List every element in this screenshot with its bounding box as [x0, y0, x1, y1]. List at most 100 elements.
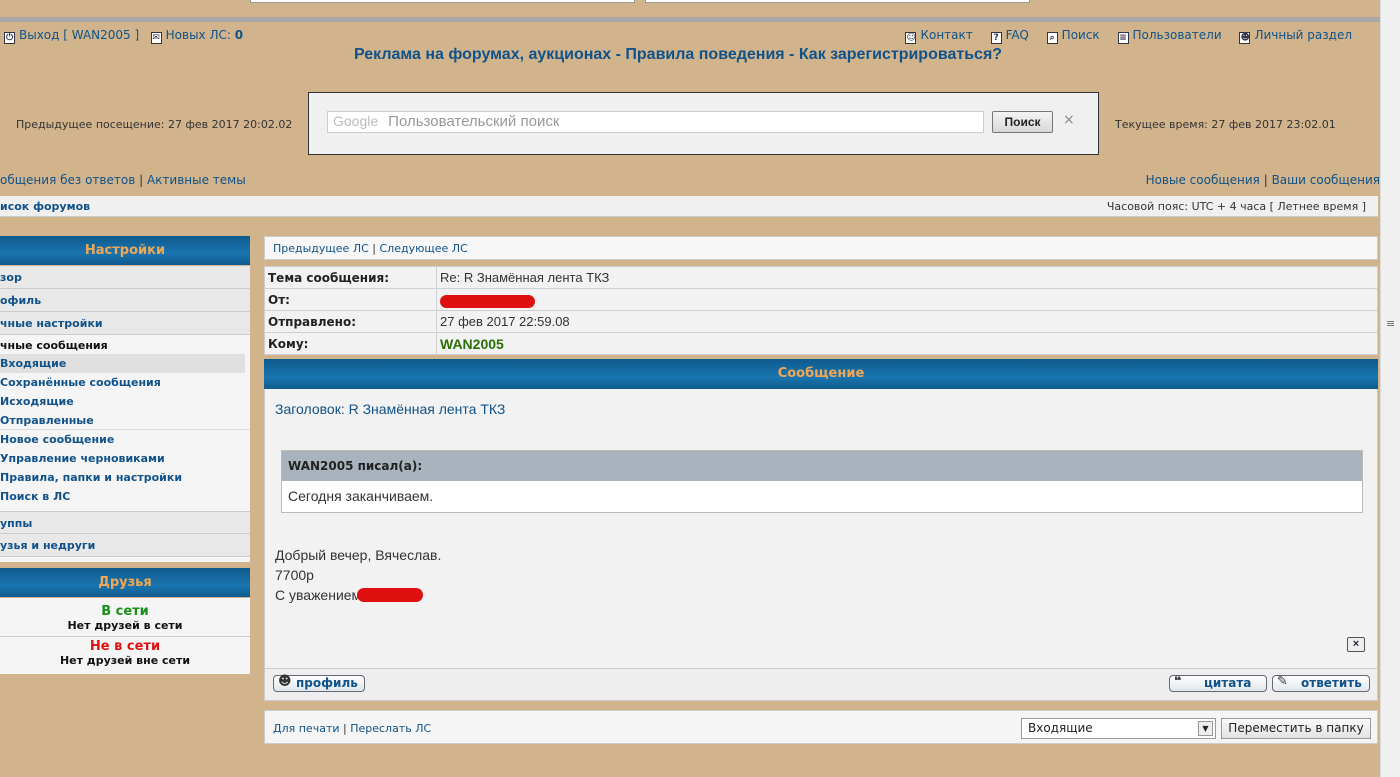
reply-button[interactable]: ✎ ответить [1272, 674, 1370, 692]
table-row: Кому: WAN2005 [264, 332, 1378, 355]
pm-footer: Для печати | Переслать ЛС Входящие ▼ Пер… [264, 710, 1378, 744]
logout-link[interactable]: Выход [ WAN2005 ] [19, 28, 139, 42]
breadcrumb: исок форумов Часовой пояс: UTC + 4 часа … [0, 196, 1378, 217]
message-line: 7700р [275, 567, 314, 583]
online-note: Нет друзей в сети [67, 619, 183, 632]
pm-view: Предыдущее ЛС | Следующее ЛС Тема сообще… [264, 236, 1378, 744]
move-to-folder-button[interactable]: Переместить в папку [1221, 718, 1371, 739]
quote-author: WAN2005 писал(а): [282, 451, 1362, 481]
google-logo: Google [333, 113, 379, 129]
previous-visit: Предыдущее посещение: 27 фев 2017 20:02.… [16, 118, 293, 131]
quote-button[interactable]: ❝ цитата [1169, 674, 1267, 692]
message-meta-table: Тема сообщения: Re: R Знамённая лента ТК… [264, 266, 1378, 355]
top-banner-left [250, 0, 635, 3]
users-list-icon: ≡ [1117, 32, 1129, 44]
timezone-label: Часовой пояс: UTC + 4 часа [ Летнее врем… [1106, 200, 1366, 213]
close-icon[interactable]: × [1347, 637, 1365, 652]
contact-link[interactable]: ☺ Контакт [905, 28, 973, 44]
subject-value: Re: R Знамённая лента ТКЗ [436, 266, 1378, 289]
sent-value: 27 фев 2017 22:59.08 [436, 310, 1378, 333]
logout-icon: ⏻ [4, 32, 15, 44]
faq-link[interactable]: ? FAQ [990, 28, 1029, 44]
redacted-sender [440, 294, 535, 308]
rules-link[interactable]: Правила поведения [625, 46, 784, 63]
active-topics-link[interactable]: Активные темы [147, 173, 246, 187]
profile-button[interactable]: ☻ профиль [273, 674, 365, 692]
user-bar-left: ⏻ Выход [ WAN2005 ] ✉ Новых ЛС: 0 [4, 28, 243, 44]
sidebar-item-pm-search[interactable]: Поиск в ЛС [0, 487, 250, 506]
online-label: В сети [101, 604, 149, 619]
message-header: Сообщение [264, 359, 1378, 389]
sidebar-item-sent[interactable]: Отправленные [0, 411, 250, 430]
current-time: Текущее время: 27 фев 2017 23:02.01 [1115, 118, 1336, 131]
offline-note: Нет друзей вне сети [59, 654, 191, 667]
google-search-box: Google Пользовательский поиск Поиск × [308, 92, 1099, 155]
search-link[interactable]: ⌕ Поиск [1046, 28, 1100, 44]
quote-icon: ❝ [1174, 674, 1182, 689]
friends-divider [0, 636, 250, 637]
message-line: Добрый вечер, Вячеслав. [275, 547, 442, 563]
search-icon: ⌕ [1046, 32, 1058, 44]
redacted-signature [357, 588, 424, 602]
settings-panel: Настройки зор офиль чные настройки чные … [0, 236, 250, 562]
sidebar-item-groups[interactable]: уппы [0, 511, 250, 534]
google-search-button[interactable]: Поиск [992, 111, 1053, 133]
register-link[interactable]: Как зарегистрироваться? [799, 46, 1002, 63]
sidebar-item-rules[interactable]: Правила, папки и настройки [0, 468, 250, 487]
new-pm-link[interactable]: Новых ЛС: [166, 28, 231, 42]
pm-section-header: чные сообщения [0, 339, 108, 352]
unanswered-link[interactable]: общения без ответов [0, 173, 135, 187]
forward-link[interactable]: Переслать ЛС [350, 722, 431, 735]
settings-panel-title: Настройки [0, 236, 250, 266]
message-line: С уважением, [275, 587, 366, 603]
table-row: Тема сообщения: Re: R Знамённая лента ТК… [264, 266, 1378, 289]
sidebar-item-friends-foes[interactable]: узья и недруги [0, 534, 250, 557]
contact-icon: ☺ [905, 32, 917, 44]
pm-icon: ✉ [150, 32, 162, 44]
sidebar-item-compose[interactable]: Новое сообщение [0, 430, 250, 449]
clear-search-icon[interactable]: × [1063, 112, 1075, 128]
new-posts-link[interactable]: Новые сообщения [1146, 173, 1260, 187]
ads-link[interactable]: Реклама на форумах, аукционах [354, 46, 611, 63]
recipient-link[interactable]: WAN2005 [440, 336, 504, 352]
forum-index-link[interactable]: исок форумов [0, 200, 90, 213]
subject-label: Тема сообщения: [264, 266, 437, 289]
sidebar-item-profile[interactable]: офиль [0, 289, 250, 312]
profile-icon: ☻ [278, 674, 292, 689]
top-banner-right [645, 0, 1030, 3]
message-text: Добрый вечер, Вячеслав. 7700р С уважение… [275, 545, 441, 605]
scrollbar-grip-icon: ≡ [1386, 317, 1396, 330]
sidebar-item-overview[interactable]: зор [0, 266, 250, 289]
table-row: От: [264, 288, 1378, 311]
offline-label: Не в сети [89, 639, 161, 654]
prev-pm-link[interactable]: Предыдущее ЛС [273, 242, 369, 255]
post-actions: ☻ профиль ❝ цитата ✎ ответить [264, 669, 1378, 701]
sidebar-item-inbox[interactable]: Входящие [0, 354, 245, 373]
chevron-down-icon: ▼ [1198, 721, 1213, 736]
faq-icon: ? [990, 32, 1002, 44]
sidebar-item-drafts[interactable]: Управление черновиками [0, 449, 250, 468]
sidebar-item-outbox[interactable]: Исходящие [0, 392, 250, 411]
next-pm-link[interactable]: Следующее ЛС [379, 242, 467, 255]
print-link[interactable]: Для печати [273, 722, 340, 735]
sidebar-item-saved[interactable]: Сохранённые сообщения [0, 373, 250, 392]
sidebar-item-preferences[interactable]: чные настройки [0, 312, 250, 335]
google-search-input[interactable]: Google Пользовательский поиск [327, 111, 984, 133]
search-placeholder: Пользовательский поиск [388, 113, 560, 130]
table-row: Отправлено: 27 фев 2017 22:59.08 [264, 310, 1378, 333]
ucp-link[interactable]: ☻ Личный раздел [1239, 28, 1352, 44]
folder-select[interactable]: Входящие ▼ [1021, 718, 1216, 739]
scrollbar[interactable]: ≡ [1380, 0, 1400, 777]
users-link[interactable]: ≡ Пользователи [1117, 28, 1222, 44]
pm-navigation: Предыдущее ЛС | Следующее ЛС [264, 236, 1378, 260]
your-posts-link[interactable]: Ваши сообщения [1272, 173, 1380, 187]
user-bar: ⏻ Выход [ WAN2005 ] ✉ Новых ЛС: 0 ☺ Контакт… [0, 27, 1380, 45]
message-subject: Заголовок: R Знамённая лента ТКЗ [275, 401, 506, 417]
top-divider [0, 17, 1380, 22]
new-pm-count: 0 [234, 28, 244, 42]
from-label: От: [264, 288, 437, 311]
friends-panel: Друзья В сети Нет друзей в сети Не в сет… [0, 568, 250, 674]
user-bar-right: ☺ Контакт ? FAQ ⌕ Поиск ≡ Пользователи ☻ Личн… [891, 28, 1352, 44]
user-icon: ☻ [1239, 32, 1251, 44]
friends-panel-title: Друзья [0, 568, 250, 598]
